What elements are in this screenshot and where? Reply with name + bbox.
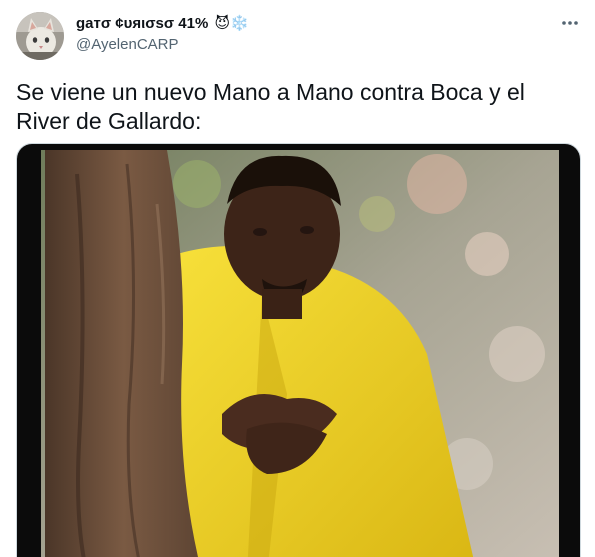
meme-image bbox=[17, 144, 580, 557]
tweet-text: Se viene un nuevo Mano a Mano contra Boc… bbox=[16, 79, 525, 134]
more-horizontal-icon bbox=[562, 21, 578, 25]
display-name-text: gaтσ ¢υяισѕσ 41% bbox=[76, 15, 209, 32]
tweet-media[interactable] bbox=[16, 143, 581, 557]
user-handle[interactable]: @AyelenCARP bbox=[76, 35, 249, 55]
profile-avatar[interactable] bbox=[16, 12, 64, 60]
tweet-card: gaтσ ¢υяισѕσ 41% 😈❄️ @AyelenCARP Se vien… bbox=[0, 0, 595, 557]
cat-avatar-icon bbox=[16, 12, 64, 60]
display-name[interactable]: gaтσ ¢υяισѕσ 41% 😈❄️ bbox=[76, 14, 249, 34]
more-button[interactable] bbox=[559, 12, 581, 34]
tweet-header: gaтσ ¢υяισѕσ 41% 😈❄️ @AyelenCARP bbox=[76, 14, 249, 55]
display-name-emojis: 😈❄️ bbox=[214, 15, 249, 32]
